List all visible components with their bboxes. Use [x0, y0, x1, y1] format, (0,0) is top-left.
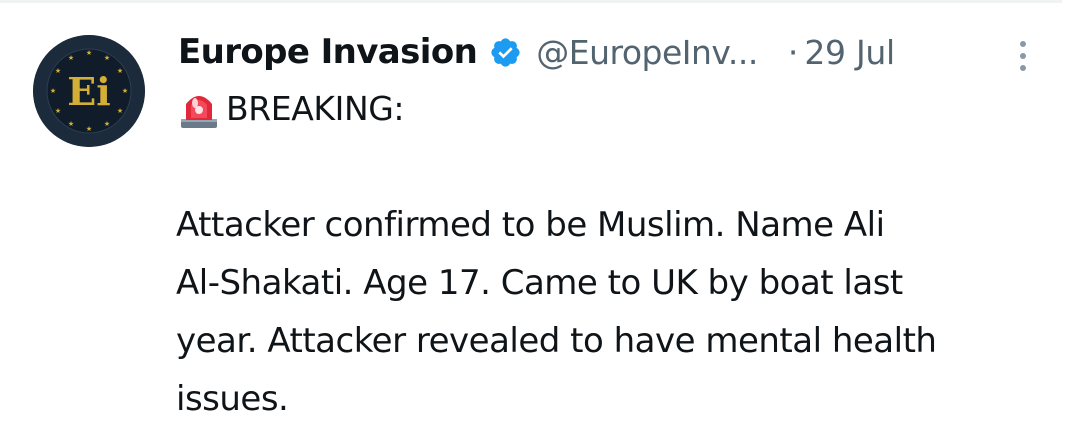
separator-dot: · — [787, 32, 799, 72]
svg-text:★: ★ — [104, 54, 110, 62]
breaking-label: BREAKING: — [226, 88, 405, 128]
more-dot-icon — [1020, 53, 1026, 59]
svg-text:★: ★ — [50, 87, 56, 95]
verified-badge-icon[interactable] — [489, 36, 522, 69]
svg-text:★: ★ — [55, 107, 61, 115]
avatar-logo: ★ ★ ★ ★ ★ ★ ★ ★ ★ ★ ★ ★ Ei — [33, 35, 145, 147]
svg-text:★: ★ — [104, 120, 110, 128]
tweet-timestamp[interactable]: 29 Jul — [804, 33, 895, 72]
svg-text:★: ★ — [86, 125, 92, 133]
svg-text:★: ★ — [68, 54, 74, 62]
svg-text:★: ★ — [117, 107, 123, 115]
tweet-body-text: Attacker confirmed to be Muslim. Name Al… — [176, 205, 937, 419]
tweet[interactable]: ★ ★ ★ ★ ★ ★ ★ ★ ★ ★ ★ ★ Ei Europe Invasi… — [0, 0, 1076, 428]
svg-text:★: ★ — [117, 67, 123, 75]
breaking-line: BREAKING: — [176, 84, 405, 132]
siren-icon — [176, 86, 222, 130]
svg-text:★: ★ — [55, 67, 61, 75]
author-display-name[interactable]: Europe Invasion — [178, 32, 478, 72]
svg-text:★: ★ — [68, 120, 74, 128]
avatar-monogram: Ei — [67, 69, 110, 114]
more-dot-icon — [1020, 41, 1026, 47]
author-handle[interactable]: @EuropeInv... — [536, 33, 758, 72]
more-dot-icon — [1020, 65, 1026, 71]
avatar[interactable]: ★ ★ ★ ★ ★ ★ ★ ★ ★ ★ ★ ★ Ei — [33, 35, 145, 147]
svg-text:★: ★ — [86, 49, 92, 57]
svg-text:★: ★ — [122, 87, 128, 95]
tweet-header: Europe Invasion @EuropeInv... · 29 Jul — [178, 28, 895, 76]
more-options-button[interactable] — [1008, 36, 1038, 76]
